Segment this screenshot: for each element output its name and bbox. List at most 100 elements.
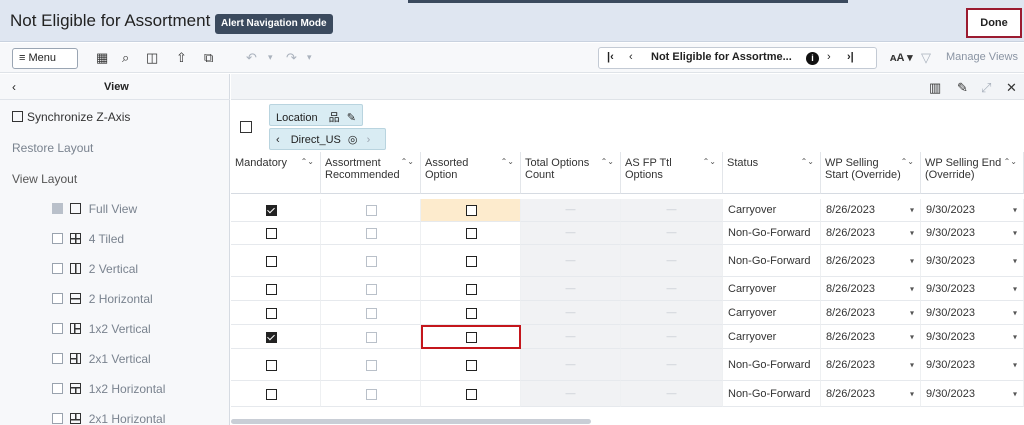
open-icon[interactable]: ⧉ — [204, 50, 213, 66]
assorted-checkbox[interactable] — [465, 307, 477, 319]
last-alert-icon[interactable]: ›| — [847, 51, 854, 63]
cell-end[interactable]: 9/30/2023 ▾ — [921, 349, 1024, 381]
column-header-start[interactable]: WP Selling Start (Override) ⌃⌄ — [821, 152, 921, 194]
cell-end[interactable]: 9/30/2023 ▾ — [921, 301, 1024, 325]
layout-checkbox[interactable] — [52, 233, 63, 244]
sort-icon[interactable]: ⌃⌄ — [601, 157, 614, 166]
sort-icon[interactable]: ⌃⌄ — [501, 157, 514, 166]
chevron-down-icon[interactable]: ▾ — [910, 389, 914, 398]
save-icon[interactable]: ▦ — [96, 50, 108, 66]
column-header-recommended[interactable]: Assortment Recommended ⌃⌄ — [321, 152, 421, 194]
cell-recommended[interactable] — [321, 325, 421, 349]
info-icon[interactable]: i — [806, 52, 819, 65]
mandatory-checkbox[interactable] — [265, 359, 277, 371]
undo-icon[interactable]: ↶ — [246, 50, 257, 66]
mandatory-checkbox[interactable] — [265, 388, 277, 400]
close-icon[interactable]: ✕ — [1006, 80, 1017, 96]
cell-assorted[interactable] — [421, 277, 521, 301]
sort-icon[interactable]: ⌃⌄ — [1004, 157, 1017, 166]
cell-status[interactable]: Non-Go-Forward — [723, 381, 821, 407]
cell-recommended[interactable] — [321, 199, 421, 222]
layout-checkbox[interactable] — [52, 203, 63, 214]
cell-end[interactable]: 9/30/2023 ▾ — [921, 325, 1024, 349]
chevron-down-icon[interactable]: ▾ — [1013, 284, 1017, 293]
text-size-menu[interactable]: ᴀA ▾ — [890, 51, 913, 64]
cell-start[interactable]: 8/26/2023 ▾ — [821, 199, 921, 222]
restore-layout-item[interactable]: Restore Layout — [12, 141, 93, 155]
recommended-checkbox[interactable] — [365, 307, 377, 319]
cell-status[interactable]: Non-Go-Forward — [723, 245, 821, 277]
maximize-icon[interactable]: ⤢ — [981, 80, 991, 96]
cell-assorted[interactable] — [421, 222, 521, 245]
export-icon[interactable]: ⇧ — [176, 50, 187, 66]
chevron-down-icon[interactable]: ▾ — [910, 206, 914, 215]
cell-status[interactable]: Carryover — [723, 277, 821, 301]
cell-status[interactable]: Carryover — [723, 325, 821, 349]
cell-recommended[interactable] — [321, 381, 421, 407]
hierarchy-icon[interactable]: 品 — [329, 112, 340, 124]
cell-recommended[interactable] — [321, 222, 421, 245]
chevron-down-icon[interactable]: ▾ — [910, 284, 914, 293]
recommended-checkbox[interactable] — [365, 228, 377, 239]
first-alert-icon[interactable]: |‹ — [607, 51, 614, 63]
cell-mandatory[interactable] — [231, 381, 321, 407]
cell-assorted[interactable] — [421, 245, 521, 277]
cell-status[interactable]: Carryover — [723, 301, 821, 325]
filter-icon[interactable]: ▽ — [921, 50, 931, 66]
cell-recommended[interactable] — [321, 301, 421, 325]
chevron-down-icon[interactable]: ▾ — [1013, 308, 1017, 317]
chevron-down-icon[interactable]: ▾ — [910, 332, 914, 341]
synchronize-z-axis-item[interactable]: Synchronize Z-Axis — [12, 110, 130, 124]
cell-end[interactable]: 9/30/2023 ▾ — [921, 277, 1024, 301]
layout-option-1x2-vertical[interactable]: 1x2 Vertical — [52, 322, 151, 336]
recommended-checkbox[interactable] — [365, 255, 377, 267]
column-header-total[interactable]: Total Options Count ⌃⌄ — [521, 152, 621, 194]
chevron-down-icon[interactable]: ▾ — [1013, 332, 1017, 341]
column-header-mandatory[interactable]: Mandatory ⌃⌄ — [231, 152, 321, 194]
cell-mandatory[interactable] — [231, 349, 321, 381]
cell-end[interactable]: 9/30/2023 ▾ — [921, 381, 1024, 407]
chevron-down-icon[interactable]: ▾ — [1013, 360, 1017, 369]
cell-mandatory[interactable] — [231, 222, 321, 245]
chart-icon[interactable]: ▥ — [929, 80, 941, 96]
location-dimension-tile[interactable]: Location 品 ✎ — [269, 104, 363, 126]
manage-views-link[interactable]: Manage Views — [946, 51, 1018, 63]
layout-option-2-vertical[interactable]: 2 Vertical — [52, 262, 138, 276]
assorted-checkbox[interactable] — [465, 388, 477, 400]
next-member-icon[interactable]: › — [367, 134, 371, 146]
horizontal-scrollbar[interactable] — [231, 419, 591, 424]
cell-end[interactable]: 9/30/2023 ▾ — [921, 199, 1024, 222]
layout-option-2x1-vertical[interactable]: 2x1 Vertical — [52, 352, 151, 366]
mandatory-checkbox[interactable] — [265, 228, 277, 239]
assorted-checkbox[interactable] — [465, 255, 477, 267]
cell-status[interactable]: Non-Go-Forward — [723, 222, 821, 245]
cell-status[interactable]: Non-Go-Forward — [723, 349, 821, 381]
cell-start[interactable]: 8/26/2023 ▾ — [821, 277, 921, 301]
chevron-down-icon[interactable]: ▾ — [1013, 389, 1017, 398]
cell-start[interactable]: 8/26/2023 ▾ — [821, 325, 921, 349]
layout-checkbox[interactable] — [52, 383, 63, 394]
layout-option-full-view[interactable]: Full View — [52, 202, 137, 216]
cell-start[interactable]: 8/26/2023 ▾ — [821, 381, 921, 407]
alert-name[interactable]: Not Eligible for Assortme... — [651, 51, 792, 63]
cell-assorted[interactable] — [421, 301, 521, 325]
cell-mandatory[interactable] — [231, 277, 321, 301]
menu-button[interactable]: ≡ Menu — [12, 48, 78, 69]
cell-recommended[interactable] — [321, 349, 421, 381]
layout-checkbox[interactable] — [52, 323, 63, 334]
mandatory-checkbox[interactable] — [265, 307, 277, 319]
layout-checkbox[interactable] — [52, 353, 63, 364]
layout-option-1x2-horizontal[interactable]: 1x2 Horizontal — [52, 382, 165, 396]
cell-recommended[interactable] — [321, 277, 421, 301]
redo-icon[interactable]: ↷ — [286, 50, 297, 66]
member-selector[interactable]: ‹ Direct_US ◎ › — [269, 128, 386, 150]
column-header-assorted[interactable]: Assorted Option ⌃⌄ — [421, 152, 521, 194]
assorted-checkbox[interactable] — [465, 283, 477, 295]
search-icon[interactable]: ⌕ — [122, 50, 129, 66]
mandatory-checkbox[interactable] — [265, 205, 277, 216]
recommended-checkbox[interactable] — [365, 283, 377, 295]
layout-checkbox[interactable] — [52, 293, 63, 304]
pencil-icon[interactable]: ✎ — [347, 112, 356, 124]
mandatory-checkbox[interactable] — [265, 255, 277, 267]
chevron-down-icon[interactable]: ▾ — [1013, 206, 1017, 215]
